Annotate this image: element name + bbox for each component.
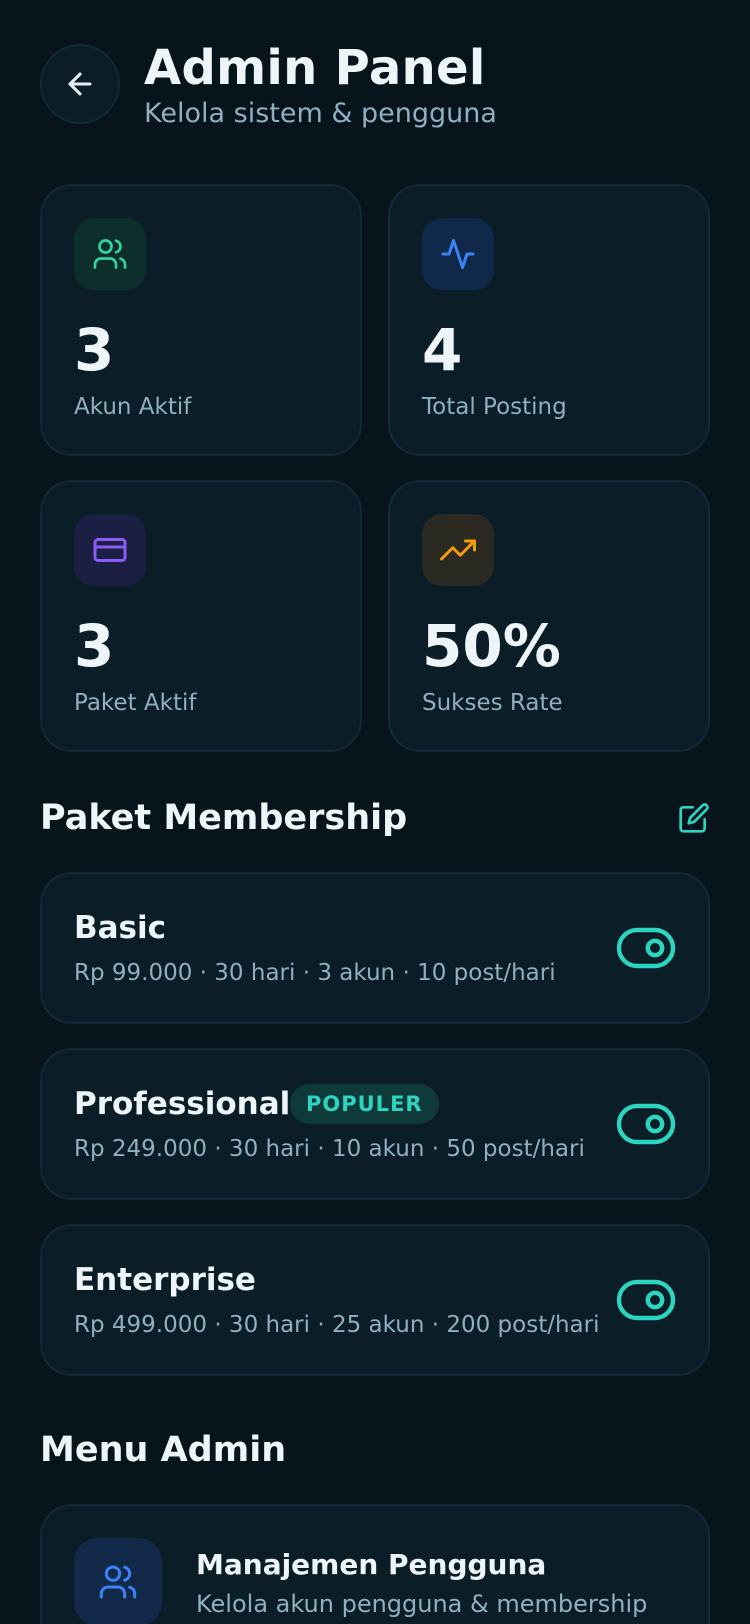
stat-label: Paket Aktif: [74, 690, 197, 716]
plan-details: Rp 499.000 · 30 hari · 25 akun · 200 pos…: [74, 1312, 600, 1338]
plan-name: Professional: [74, 1086, 291, 1122]
plan-details: Rp 249.000 · 30 hari · 10 akun · 50 post…: [74, 1136, 585, 1162]
stat-card-active-plans: 3 Paket Aktif: [40, 480, 362, 752]
stat-card-active-accounts: 3 Akun Aktif: [40, 184, 362, 456]
credit-card-icon: [74, 514, 146, 586]
plan-card-professional[interactable]: Professional POPULER Rp 249.000 · 30 har…: [40, 1048, 710, 1200]
admin-panel-screen: Admin Panel Kelola sistem & pengguna 3 A…: [0, 0, 750, 1624]
trending-up-icon: [422, 514, 494, 586]
menu-item-user-management[interactable]: Manajemen Pengguna Kelola akun pengguna …: [40, 1504, 710, 1624]
stat-card-total-posts: 4 Total Posting: [388, 184, 710, 456]
plan-details: Rp 99.000 · 30 hari · 3 akun · 10 post/h…: [74, 960, 556, 986]
stat-value: 50%: [422, 612, 561, 680]
header: Admin Panel Kelola sistem & pengguna: [40, 40, 710, 140]
activity-icon: [422, 218, 494, 290]
menu-item-title: Manajemen Pengguna: [196, 1548, 547, 1581]
plan-card-basic[interactable]: Basic Rp 99.000 · 30 hari · 3 akun · 10 …: [40, 872, 710, 1024]
arrow-left-icon: [68, 72, 92, 96]
page-title: Admin Panel: [144, 40, 486, 96]
plan-toggle[interactable]: [616, 926, 676, 970]
edit-plans-button[interactable]: [676, 800, 712, 836]
stat-value: 3: [74, 612, 115, 680]
plan-name: Basic: [74, 910, 167, 946]
plan-toggle[interactable]: [616, 1102, 676, 1146]
edit-icon: [679, 803, 709, 833]
plan-toggle[interactable]: [616, 1278, 676, 1322]
stat-value: 4: [422, 316, 463, 384]
popular-badge: POPULER: [290, 1084, 439, 1124]
menu-item-description: Kelola akun pengguna & membership: [196, 1590, 648, 1618]
stat-label: Sukses Rate: [422, 690, 563, 716]
section-title-admin-menu: Menu Admin: [40, 1430, 287, 1470]
stat-label: Akun Aktif: [74, 394, 192, 420]
stat-label: Total Posting: [422, 394, 567, 420]
users-icon: [74, 218, 146, 290]
back-button[interactable]: [40, 44, 120, 124]
stat-card-success-rate: 50% Sukses Rate: [388, 480, 710, 752]
page-subtitle: Kelola sistem & pengguna: [144, 98, 497, 129]
plan-card-enterprise[interactable]: Enterprise Rp 499.000 · 30 hari · 25 aku…: [40, 1224, 710, 1376]
plan-name: Enterprise: [74, 1262, 256, 1298]
users-icon: [74, 1538, 162, 1624]
section-title-membership: Paket Membership: [40, 798, 408, 838]
stat-value: 3: [74, 316, 115, 384]
